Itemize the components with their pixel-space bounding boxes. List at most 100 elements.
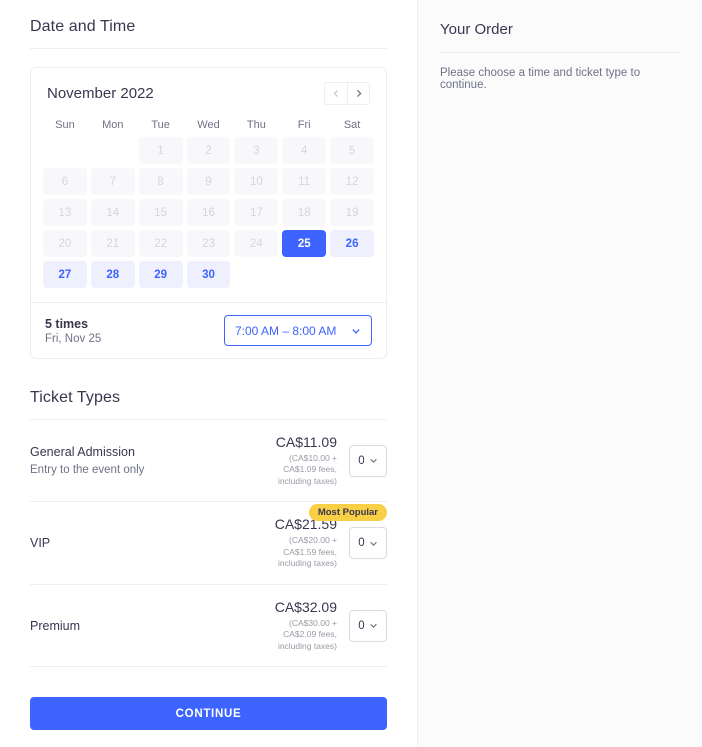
times-summary: 5 times Fri, Nov 25 (45, 317, 101, 345)
calendar-grid: 1 2 3 4 5 6 7 8 9 10 11 12 13 14 15 16 17 18 19 20 21 22 23 24 2… (31, 137, 386, 302)
calendar-day-30[interactable]: 30 (186, 261, 231, 288)
ticket-name: General Admission (30, 445, 135, 460)
calendar-day-24: 24 (234, 230, 279, 257)
calendar-day-19: 19 (330, 199, 374, 226)
title-divider (30, 48, 387, 49)
calendar-week-row: 13 14 15 16 17 18 19 (41, 199, 376, 226)
left-panel: Date and Time November 2022 Sun Mon Tue … (0, 0, 418, 747)
calendar-day-6: 6 (43, 168, 87, 195)
calendar-day-26[interactable]: 26 (330, 230, 374, 257)
calendar-day-7: 7 (90, 168, 135, 195)
ticket-price-block: CA$21.59 (CA$20.00 + CA$1.59 fees, includ… (265, 516, 349, 569)
calendar-day-16: 16 (186, 199, 231, 226)
calendar-day-empty (91, 137, 135, 164)
chevron-right-icon (356, 89, 362, 98)
chevron-down-icon (369, 541, 377, 546)
calendar-day-23: 23 (186, 230, 231, 257)
weekday-label: Tue (151, 119, 170, 131)
weekday-label: Wed (197, 119, 220, 131)
calendar-day-2: 2 (186, 137, 231, 164)
chevron-down-icon (352, 328, 360, 334)
calendar-day-empty (234, 261, 278, 288)
calendar-day-12: 12 (330, 168, 374, 195)
calendar-day-13: 13 (43, 199, 87, 226)
ticket-info: VIP (30, 536, 265, 550)
times-date-label: Fri, Nov 25 (45, 332, 102, 345)
weekday-label: Fri (297, 119, 311, 131)
calendar-day-9: 9 (186, 168, 231, 195)
chevron-left-icon (332, 89, 338, 98)
calendar-day-empty (282, 261, 326, 288)
calendar-day-11: 11 (282, 168, 327, 195)
calendar-day-3: 3 (234, 137, 279, 164)
calendar-day-empty (330, 261, 374, 288)
ticket-quantity-value: 0 (358, 454, 365, 467)
calendar-day-20: 20 (43, 230, 87, 257)
calendar-day-5: 5 (330, 137, 374, 164)
calendar-day-29[interactable]: 29 (138, 261, 183, 288)
most-popular-badge: Most Popular (308, 504, 387, 522)
calendar-day-8: 8 (138, 168, 183, 195)
times-count-label: 5 times (45, 316, 89, 331)
calendar-next-button[interactable] (347, 82, 370, 105)
ticket-info: General Admission Entry to the event only (30, 445, 265, 476)
calendar-week-row: 27 28 29 30 (41, 261, 376, 288)
calendar-week-row: 12345 (41, 137, 376, 164)
ticket-quantity-select[interactable]: 0 (349, 527, 387, 560)
page-title: Date and Time (30, 18, 136, 35)
calendar-day-15: 15 (138, 199, 183, 226)
ticket-quantity-select[interactable]: 0 (349, 444, 387, 477)
calendar-day-18: 18 (282, 199, 327, 226)
ticket-fee-breakdown: (CA$10.00 + CA$1.09 fees, including taxe… (277, 453, 337, 486)
ticket-fee-breakdown: (CA$30.00 + CA$2.09 fees, including taxe… (277, 617, 337, 651)
ticket-description: Entry to the event only (30, 464, 145, 477)
ticket-name: Premium (30, 618, 81, 633)
booking-page: Date and Time November 2022 Sun Mon Tue … (0, 0, 702, 747)
ticket-fee-breakdown: (CA$20.00 + CA$1.59 fees, including taxe… (277, 535, 337, 569)
calendar-day-1: 1 (138, 137, 183, 164)
calendar-weekday-header: Sun Mon Tue Wed Thu Fri Sat (31, 111, 386, 137)
ticket-quantity-value: 0 (358, 537, 365, 550)
calendar-day-empty (43, 137, 87, 164)
calendar-day-22: 22 (138, 230, 183, 257)
calendar-day-4: 4 (282, 137, 327, 164)
calendar-card: November 2022 Sun Mon Tue Wed Thu Fri Sa… (30, 67, 387, 359)
ticket-quantity-select[interactable]: 0 (349, 609, 387, 642)
ticket-price: CA$11.09 (275, 434, 337, 450)
ticket-row: Most Popular VIP CA$21.59 (CA$20.00 + CA$1.… (30, 502, 387, 585)
weekday-label: Sun (55, 119, 75, 131)
calendar-week-row: 6 7 8 9 10 11 12 (41, 168, 376, 195)
calendar-day-28[interactable]: 28 (90, 261, 135, 288)
weekday-label: Thu (246, 119, 266, 131)
time-slot-select[interactable]: 7:00 AM – 8:00 AM (224, 315, 372, 346)
ticket-price-block: CA$11.09 (CA$10.00 + CA$1.09 fees, includ… (265, 434, 349, 487)
time-slot-value: 7:00 AM – 8:00 AM (235, 323, 337, 338)
calendar-prev-button[interactable] (324, 82, 347, 105)
ticket-price: CA$32.09 (274, 598, 337, 615)
ticket-info: Premium (30, 619, 265, 633)
chevron-down-icon (369, 623, 377, 628)
calendar-nav-group (324, 82, 370, 105)
ticket-price-block: CA$32.09 (CA$30.00 + CA$2.09 fees, includ… (265, 599, 349, 652)
ticket-list: General Admission Entry to the event only… (30, 420, 387, 668)
order-empty-message: Please choose a time and ticket type to … (440, 67, 641, 91)
order-panel: Your Order Please choose a time and tick… (418, 0, 702, 747)
ticket-types-heading: Ticket Types (30, 389, 121, 406)
calendar-day-27[interactable]: 27 (43, 261, 87, 288)
calendar-month-label: November 2022 (47, 85, 154, 102)
calendar-header: November 2022 (31, 68, 386, 111)
chevron-down-icon (369, 459, 377, 464)
order-heading: Your Order (440, 21, 513, 38)
calendar-day-14: 14 (90, 199, 135, 226)
calendar-day-10: 10 (234, 168, 279, 195)
calendar-day-21: 21 (90, 230, 135, 257)
ticket-quantity-value: 0 (358, 619, 365, 632)
weekday-label: Mon (102, 119, 124, 131)
continue-button[interactable]: CONTINUE (30, 697, 387, 731)
calendar-week-row: 20 21 22 23 24 25 26 (41, 230, 376, 257)
calendar-day-25[interactable]: 25 (282, 230, 327, 257)
time-selection-bar: 5 times Fri, Nov 25 7:00 AM – 8:00 AM (31, 302, 386, 358)
ticket-row: Premium CA$32.09 (CA$30.00 + CA$2.09 fees,… (30, 585, 387, 668)
ticket-name: VIP (30, 536, 51, 551)
weekday-label: Sat (343, 119, 361, 131)
